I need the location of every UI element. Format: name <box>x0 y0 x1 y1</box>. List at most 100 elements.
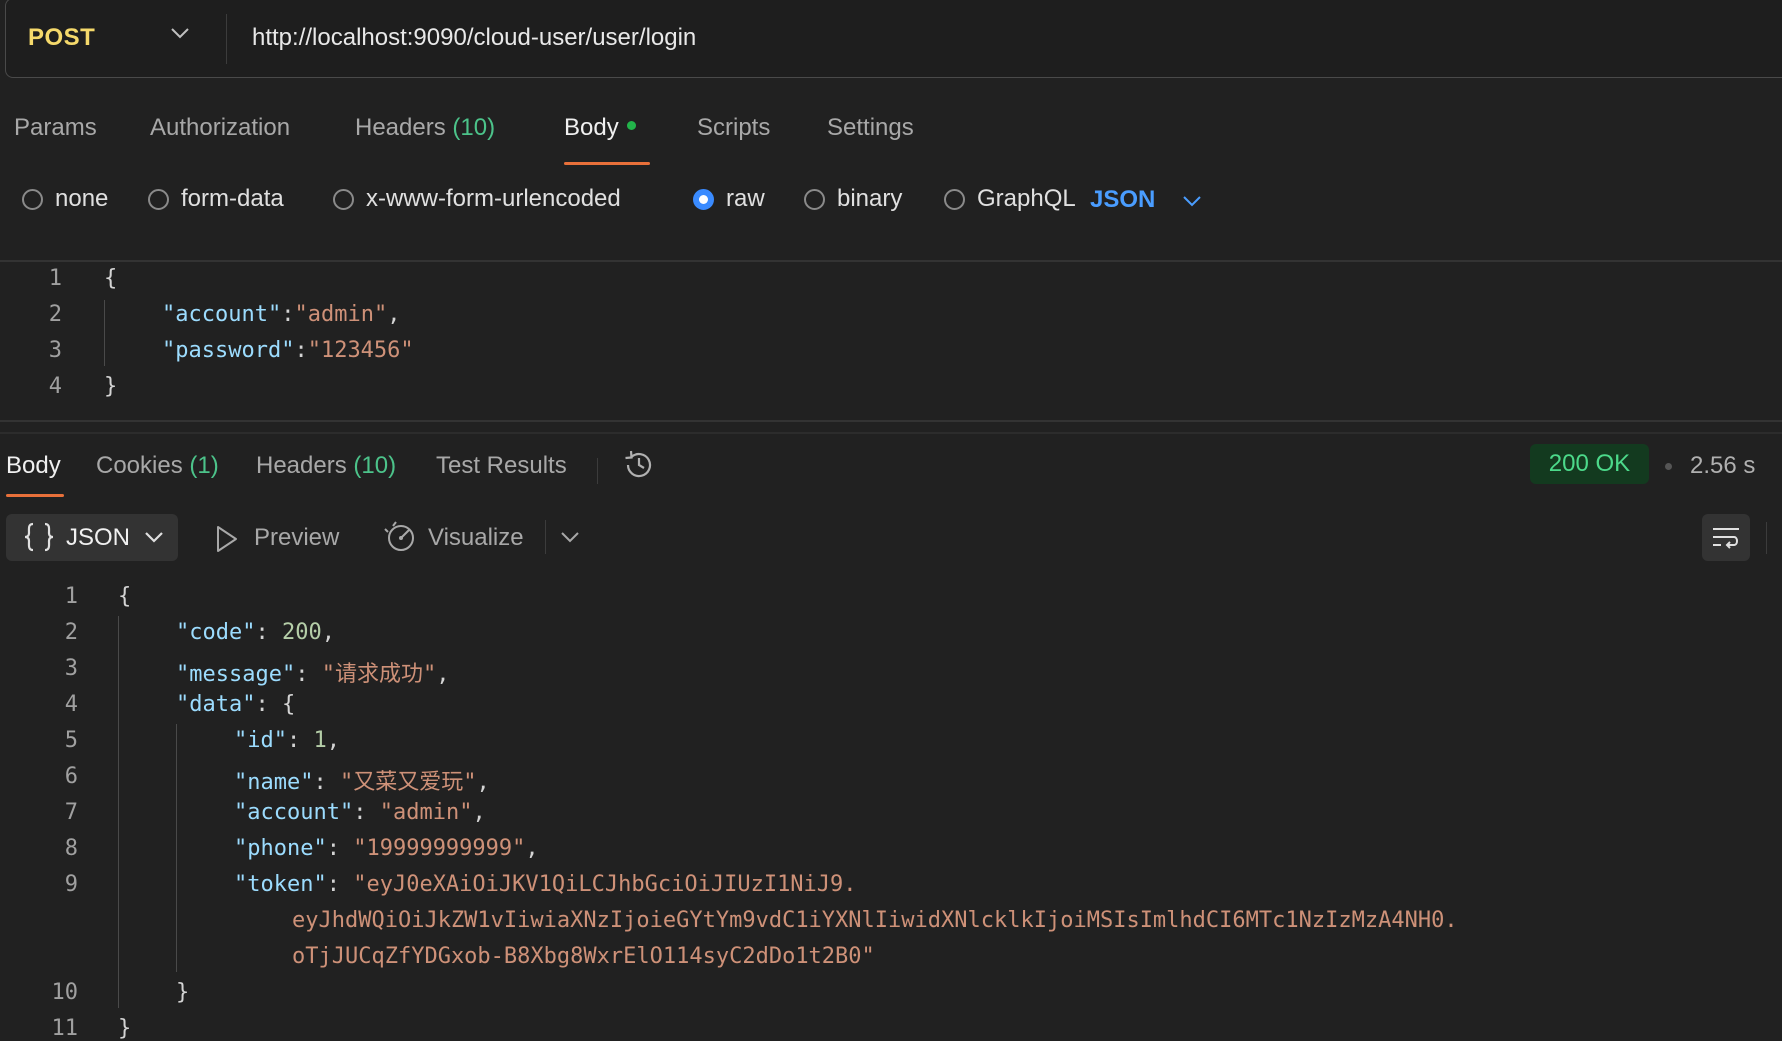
json-key: "message" <box>176 662 296 687</box>
radio-label: GraphQL <box>977 185 1076 212</box>
radio-icon <box>944 188 965 210</box>
tab-label: Body <box>6 452 61 479</box>
line-number: 9 <box>64 872 78 897</box>
code-line: "account":"admin", <box>162 302 401 327</box>
play-icon[interactable] <box>214 524 240 554</box>
divider <box>226 14 227 64</box>
json-value: "admin" <box>294 302 388 327</box>
json-key: "account" <box>234 800 354 825</box>
code-line: } <box>104 374 118 399</box>
radio-label: binary <box>837 185 903 212</box>
modified-dot <box>626 121 636 131</box>
radio-label: raw <box>726 185 765 212</box>
code-line: eyJhdWQiOiJkZW1vIiwiaXNzIjoieGYtYm9vdC1i… <box>292 908 1458 933</box>
chevron-down-icon[interactable] <box>1182 194 1202 208</box>
history-icon[interactable] <box>622 448 656 482</box>
line-number: 3 <box>64 656 78 681</box>
braces-icon <box>24 522 54 552</box>
preview-button[interactable]: Preview <box>254 524 339 552</box>
method-select[interactable]: POST <box>28 24 95 52</box>
tab-scripts[interactable]: Scripts <box>697 114 770 142</box>
active-tab-indicator <box>564 162 650 165</box>
response-format-label: JSON <box>66 524 131 551</box>
json-key: "phone" <box>234 836 327 861</box>
response-tab-test-results[interactable]: Test Results <box>436 452 567 480</box>
divider <box>545 520 546 554</box>
line-number: 3 <box>48 338 62 363</box>
code-line: { <box>104 266 118 291</box>
radio-urlencoded[interactable]: x-www-form-urlencoded <box>333 185 621 213</box>
divider <box>0 260 1782 262</box>
radio-graphql[interactable]: GraphQL <box>944 185 1076 213</box>
json-key: "id" <box>234 728 287 753</box>
json-key: "account" <box>162 302 282 327</box>
line-number: 2 <box>64 620 78 645</box>
radio-binary[interactable]: binary <box>804 185 902 213</box>
code-line: "token": "eyJ0eXAiOiJKV1QiLCJhbGciOiJIUz… <box>234 872 857 897</box>
visualize-icon[interactable] <box>384 520 418 554</box>
response-tab-cookies[interactable]: Cookies (1) <box>96 452 219 480</box>
tab-label: Scripts <box>697 114 771 141</box>
json-value: 200 <box>281 620 322 645</box>
tab-label: Params <box>14 114 97 141</box>
code-line: "phone": "19999999999", <box>234 836 539 861</box>
radio-selected-icon <box>693 188 714 210</box>
code-line: "code": 200, <box>176 620 335 645</box>
tab-label: Body <box>564 114 619 141</box>
tab-label: Authorization <box>150 114 291 141</box>
json-key: "name" <box>234 770 314 795</box>
line-number: 8 <box>64 836 78 861</box>
json-value: oTjJUCqZfYDGxob-B8Xbg8WxrElO114syC2dDo1t… <box>292 944 875 969</box>
response-tab-headers[interactable]: Headers (10) <box>256 452 396 480</box>
divider <box>1766 522 1767 554</box>
json-value: "19999999999" <box>353 836 526 861</box>
tab-body[interactable]: Body <box>564 114 636 142</box>
tab-label: Test Results <box>436 452 567 479</box>
json-key: "token" <box>234 872 327 897</box>
line-number: 4 <box>64 692 78 717</box>
radio-icon <box>148 188 169 210</box>
tab-settings[interactable]: Settings <box>827 114 914 142</box>
indent-guide <box>176 724 177 972</box>
response-time[interactable]: 2.56 s <box>1690 452 1755 480</box>
json-key: "code" <box>176 620 256 645</box>
tab-label: Settings <box>827 114 914 141</box>
radio-icon <box>804 188 825 210</box>
code-line: "message": "请求成功", <box>176 662 450 687</box>
status-badge[interactable]: 200 OK <box>1530 444 1649 484</box>
tab-label: Headers <box>355 114 446 141</box>
radio-form-data[interactable]: form-data <box>148 185 284 213</box>
code-line: } <box>118 1016 132 1041</box>
radio-label: none <box>55 185 109 212</box>
radio-raw[interactable]: raw <box>693 185 765 213</box>
code-line: "id": 1, <box>234 728 340 753</box>
separator-dot <box>1665 463 1672 470</box>
radio-label: form-data <box>181 185 284 212</box>
divider <box>0 432 1782 434</box>
code-line: } <box>176 980 190 1005</box>
tab-headers[interactable]: Headers (10) <box>355 114 495 142</box>
code-line: "name": "又菜又爱玩", <box>234 770 490 795</box>
line-number: 4 <box>48 374 62 399</box>
chevron-down-icon[interactable] <box>560 530 580 544</box>
chevron-down-icon[interactable] <box>170 26 190 40</box>
line-number: 7 <box>64 800 78 825</box>
line-number: 11 <box>51 1016 79 1041</box>
json-key: "data" <box>176 692 256 717</box>
line-number: 6 <box>64 764 78 789</box>
response-tab-body[interactable]: Body <box>6 452 61 480</box>
json-value: "又菜又爱玩" <box>339 770 477 795</box>
tab-params[interactable]: Params <box>14 114 97 142</box>
raw-format-select[interactable]: JSON <box>1090 186 1155 214</box>
line-number: 10 <box>51 980 79 1005</box>
tab-authorization[interactable]: Authorization <box>150 114 290 142</box>
code-line: { <box>118 584 132 609</box>
active-tab-indicator <box>6 494 64 497</box>
headers-count: (10) <box>452 114 496 141</box>
radio-none[interactable]: none <box>22 185 108 213</box>
visualize-button[interactable]: Visualize <box>428 524 524 552</box>
json-value: "123456" <box>307 338 414 363</box>
tab-label: Headers <box>256 452 347 479</box>
url-input[interactable]: http://localhost:9090/cloud-user/user/lo… <box>252 24 696 52</box>
divider <box>597 458 598 484</box>
